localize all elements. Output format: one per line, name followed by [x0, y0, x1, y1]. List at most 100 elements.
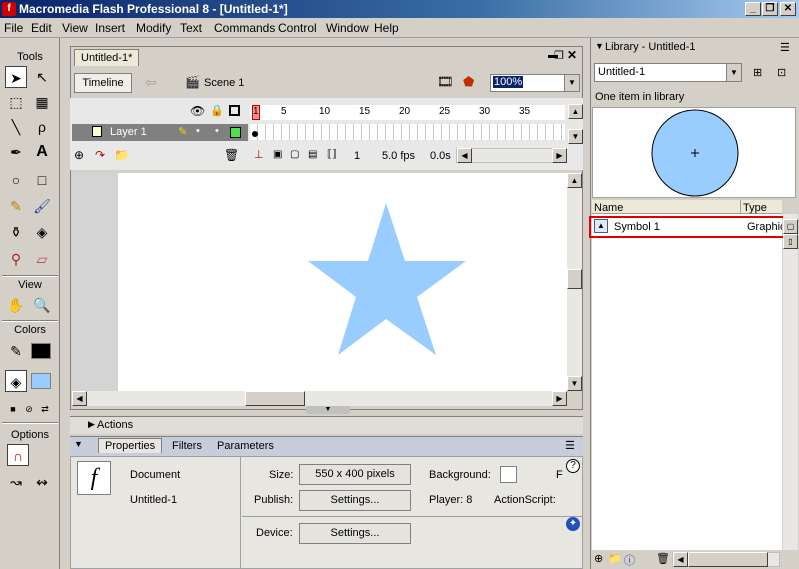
menu-edit[interactable]: Edit [31, 21, 52, 35]
library-scroll-up[interactable]: ▢ [783, 219, 798, 234]
subselect-tool-icon[interactable]: ↖ [31, 66, 53, 88]
zoom-tool-icon[interactable]: 🔍 [31, 294, 53, 316]
arrow-tool-icon[interactable]: ➤ [5, 66, 27, 88]
library-dropdown-arrow[interactable]: ▼ [726, 64, 741, 81]
modify-markers-icon[interactable]: ⟦⟧ [327, 149, 337, 160]
fill-transform-tool-icon[interactable]: ▦ [31, 91, 53, 113]
actions-panel-bar[interactable]: ▶ Actions [70, 416, 583, 434]
stage-scroll-down[interactable]: ▼ [567, 376, 582, 391]
eye-icon[interactable]: 👁 [190, 104, 205, 118]
layer-outline-color[interactable] [230, 127, 241, 138]
layer-name[interactable]: Layer 1 [110, 126, 147, 138]
stroke-color-icon[interactable]: ✎ [5, 340, 27, 362]
stroke-color-swatch[interactable] [31, 343, 51, 359]
tab-parameters[interactable]: Parameters [217, 440, 274, 452]
library-collapse-icon[interactable]: ▼ [595, 41, 604, 51]
close-button[interactable]: ✕ [780, 2, 796, 16]
menu-window[interactable]: Window [326, 21, 369, 35]
no-color-icon[interactable]: ⊘ [21, 398, 37, 420]
fill-color-icon[interactable]: ◈ [5, 370, 27, 392]
fill-color-swatch[interactable] [31, 373, 51, 389]
library-menu-icon[interactable]: ☰ [780, 41, 790, 54]
panel-menu-icon[interactable]: ☰ [565, 439, 575, 452]
library-hscroll-thumb[interactable] [688, 552, 768, 567]
outline-icon[interactable] [229, 105, 240, 116]
menu-control[interactable]: Control [278, 21, 317, 35]
lasso-tool-icon[interactable]: ρ [31, 116, 53, 138]
stage-hscroll[interactable]: ◀ ▶ [72, 391, 567, 406]
device-settings-button[interactable]: Settings... [299, 523, 411, 544]
edit-symbols-icon[interactable]: ⬟ [463, 74, 474, 90]
snap-magnet-icon[interactable]: ∩ [7, 444, 29, 466]
insert-folder-icon[interactable]: 📁 [114, 148, 129, 162]
insert-layer-icon[interactable]: ⊕ [74, 148, 84, 162]
props-collapse-icon[interactable]: ▼ [74, 439, 83, 449]
library-scroll-left[interactable]: ◀ [673, 552, 688, 567]
menu-commands[interactable]: Commands [214, 21, 275, 35]
stage-vscroll[interactable]: ▲ ▼ [567, 173, 582, 391]
zoom-combobox[interactable]: 100% ▼ [490, 74, 580, 92]
delete-layer-icon[interactable]: 🗑 [224, 148, 239, 162]
col-name[interactable]: Name [594, 202, 623, 214]
library-hscroll[interactable]: ◀ [672, 552, 780, 567]
text-tool-icon[interactable]: A [31, 141, 53, 163]
stage-scroll-left[interactable]: ◀ [72, 391, 87, 406]
frames-row[interactable] [250, 124, 565, 140]
hand-tool-icon[interactable]: ✋ [5, 294, 27, 316]
menu-view[interactable]: View [62, 21, 88, 35]
stage-vscroll-thumb[interactable] [567, 269, 582, 289]
new-symbol-icon[interactable]: ⊕ [594, 552, 603, 565]
center-frame-icon[interactable]: ⊥ [254, 148, 264, 161]
library-scroll-thumb[interactable]: ▯ [783, 234, 798, 249]
menu-modify[interactable]: Modify [136, 21, 171, 35]
layer-row[interactable]: Layer 1 ✎ • • [72, 124, 248, 141]
paint-bucket-tool-icon[interactable]: ◈ [31, 221, 53, 243]
menu-text[interactable]: Text [180, 21, 202, 35]
document-tab[interactable]: Untitled-1* [74, 49, 140, 66]
edit-scene-icon[interactable]: 🎞 [437, 74, 454, 90]
background-color-swatch[interactable] [500, 466, 517, 483]
timeline-scroll-right[interactable]: ▶ [552, 148, 567, 163]
keyframe[interactable] [252, 131, 258, 137]
frame-ruler[interactable]: 1 5 10 15 20 25 30 35 [250, 105, 565, 120]
stage-scroll-up[interactable]: ▲ [567, 173, 582, 188]
onion-outlines-icon[interactable]: ▢ [290, 149, 299, 160]
menu-file[interactable]: File [4, 21, 23, 35]
oval-tool-icon[interactable]: ○ [5, 169, 27, 191]
tab-filters[interactable]: Filters [172, 440, 202, 452]
lock-icon[interactable]: 🔒 [210, 104, 224, 117]
rectangle-tool-icon[interactable]: □ [31, 169, 53, 191]
tab-properties[interactable]: Properties [98, 438, 163, 453]
doc-close-icon[interactable]: ✕ [567, 48, 577, 62]
doc-restore-icon[interactable]: ❐ [554, 49, 564, 62]
pen-tool-icon[interactable]: ✒ [5, 141, 27, 163]
stage-hscroll-thumb[interactable] [245, 391, 305, 406]
library-dropdown[interactable]: Untitled-1 ▼ [594, 63, 742, 82]
free-transform-tool-icon[interactable]: ⬚ [5, 91, 27, 113]
size-button[interactable]: 550 x 400 pixels [299, 464, 411, 485]
new-folder-icon[interactable]: 📁 [608, 552, 622, 565]
menu-insert[interactable]: Insert [95, 21, 125, 35]
minimize-button[interactable]: _ [745, 2, 761, 16]
eyedropper-tool-icon[interactable]: ⚲ [5, 248, 27, 270]
pencil-tool-icon[interactable]: ✎ [5, 195, 27, 217]
publish-settings-button[interactable]: Settings... [299, 490, 411, 511]
swap-colors-icon[interactable]: ⇄ [37, 398, 53, 420]
panel-collapse-arrow[interactable]: ▼ [306, 406, 350, 414]
timeline-hscroll[interactable]: ◀ ▶ [456, 148, 567, 163]
menu-help[interactable]: Help [374, 21, 399, 35]
edit-multiple-icon[interactable]: ▤ [308, 149, 317, 160]
smooth-icon[interactable]: ↝ [5, 471, 27, 493]
black-white-icon[interactable]: ■ [5, 398, 21, 420]
timeline-scroll-left[interactable]: ◀ [457, 148, 472, 163]
ink-bottle-tool-icon[interactable]: ⚱ [5, 221, 27, 243]
new-library-icon[interactable]: ⊞ [753, 66, 762, 79]
timeline-vscroll[interactable]: ▲ ▼ [568, 104, 583, 144]
timeline-button[interactable]: Timeline [74, 73, 132, 93]
timeline-scroll-down[interactable]: ▼ [568, 129, 583, 144]
properties-icon[interactable]: ⓘ [624, 552, 635, 568]
brush-tool-icon[interactable]: 🖌 [31, 195, 53, 217]
straighten-icon[interactable]: ↭ [31, 471, 53, 493]
help-icon[interactable]: ? [566, 459, 580, 473]
onion-skin-icon[interactable]: ▣ [273, 149, 282, 160]
